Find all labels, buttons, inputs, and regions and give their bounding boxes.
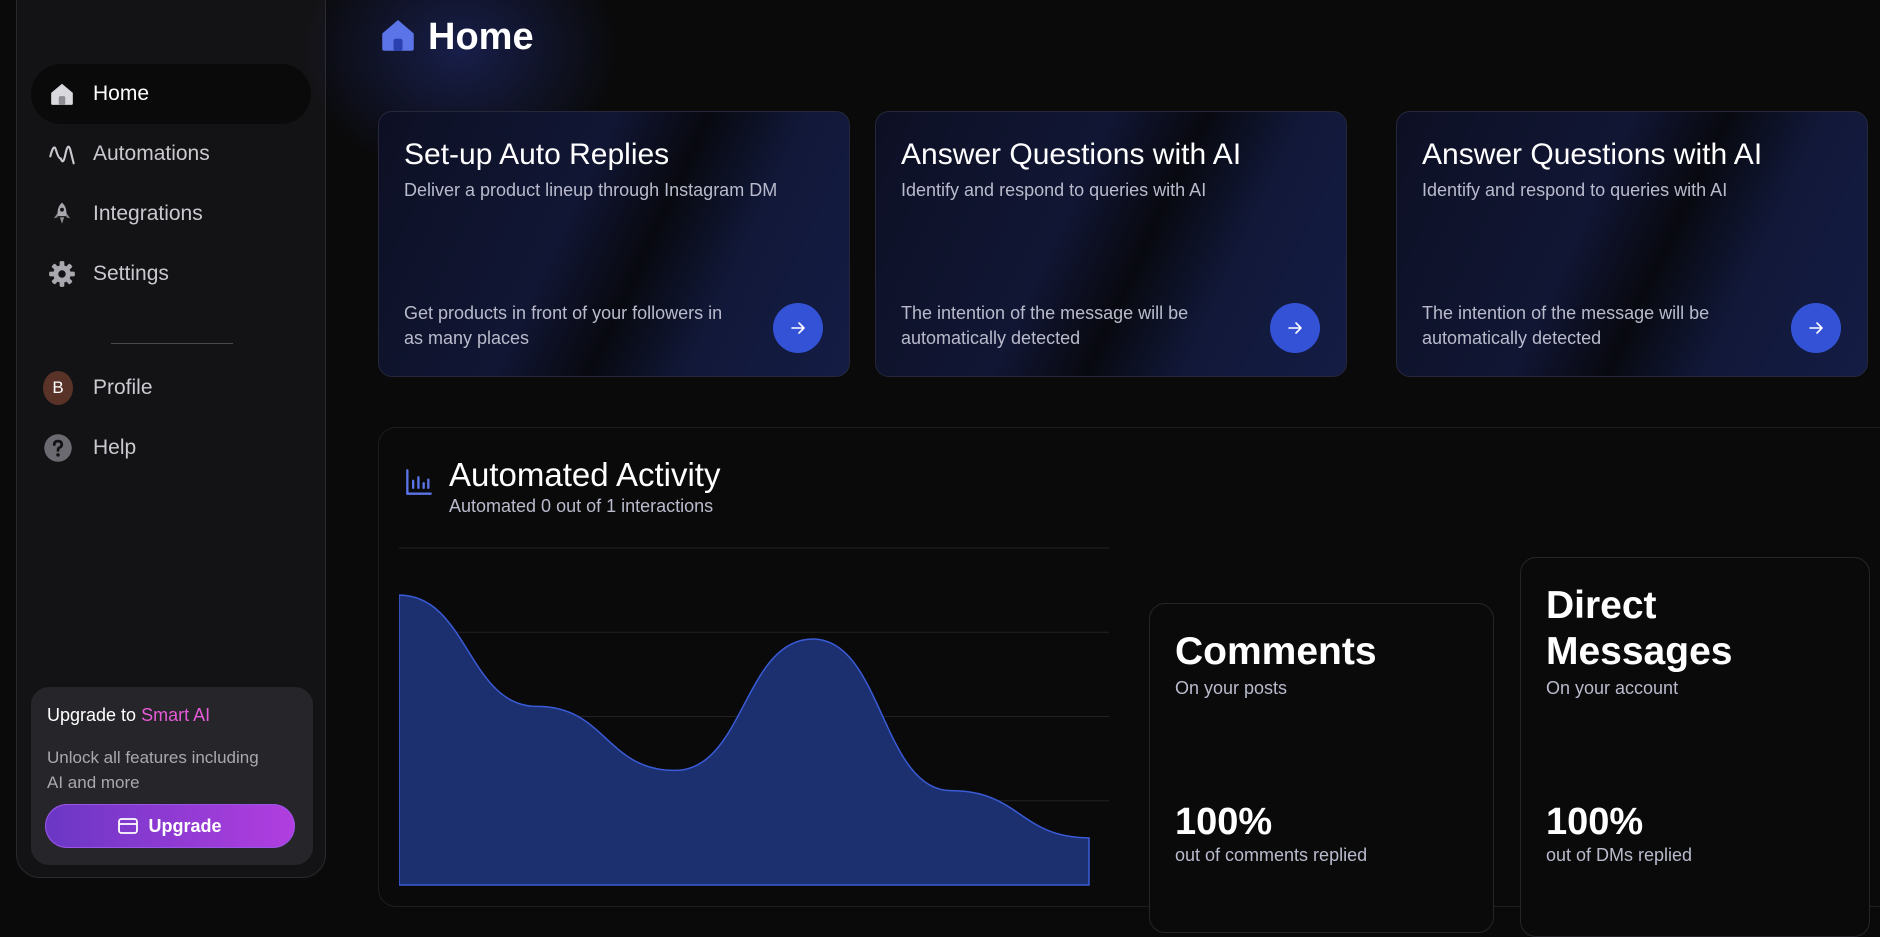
card-arrow-button[interactable] <box>1270 303 1320 353</box>
home-icon <box>47 79 77 109</box>
card-title: Set-up Auto Replies <box>404 138 670 171</box>
stat-value: 100% <box>1175 801 1273 843</box>
activity-icon <box>47 139 77 169</box>
stat-title: Direct Messages <box>1546 584 1733 673</box>
page-title-text: Home <box>428 16 534 58</box>
help-icon <box>43 433 73 463</box>
sidebar-item-profile[interactable]: B Profile <box>31 358 311 418</box>
page-title: Home <box>380 16 534 59</box>
stat-caption: out of comments replied <box>1175 845 1368 865</box>
card-arrow-button[interactable] <box>773 303 823 353</box>
sidebar-item-label: Settings <box>93 262 169 285</box>
sidebar-item-label: Integrations <box>93 202 203 225</box>
home-icon <box>380 17 416 58</box>
arrow-right-icon <box>791 322 805 334</box>
card-description: The intention of the message will be aut… <box>901 303 1189 348</box>
card-description: Get products in front of your followers … <box>404 303 723 348</box>
stat-subtitle: On your posts <box>1175 678 1288 698</box>
sidebar-item-label: Home <box>93 82 150 105</box>
stat-value: 100% <box>1546 801 1644 843</box>
sidebar-item-label: Profile <box>93 376 153 399</box>
arrow-right-icon <box>1288 322 1302 334</box>
sidebar-item-home[interactable]: Home <box>31 64 311 124</box>
avatar: B <box>43 371 73 405</box>
upgrade-button[interactable]: Upgrade <box>45 804 295 848</box>
rocket-icon <box>47 199 77 229</box>
sidebar-item-integrations[interactable]: Integrations <box>31 184 311 244</box>
upgrade-title: Upgrade to Smart AI <box>47 705 210 726</box>
activity-title: Automated Activity <box>449 456 721 493</box>
card-subtitle: Deliver a product lineup through Instagr… <box>404 180 778 200</box>
upgrade-card: Upgrade to Smart AI Unlock all features … <box>31 687 313 865</box>
activity-chart: JanFebMarAprMayJun <box>399 547 1109 886</box>
sidebar-item-label: Automations <box>93 142 210 165</box>
stat-title: Comments <box>1175 630 1377 673</box>
card-title: Answer Questions with AI <box>1422 138 1763 171</box>
sidebar-item-label: Help <box>93 436 137 459</box>
card-arrow-button[interactable] <box>1791 303 1841 353</box>
upgrade-title-prefix: Upgrade to <box>47 705 142 725</box>
sidebar-item-settings[interactable]: Settings <box>31 244 311 304</box>
upgrade-button-label: Upgrade <box>148 815 222 836</box>
feature-card-answer-ai[interactable]: Answer Questions with AI Identify and re… <box>875 111 1347 377</box>
activity-subtitle: Automated 0 out of 1 interactions <box>449 496 714 516</box>
card-subtitle: Identify and respond to queries with AI <box>901 180 1207 200</box>
card-subtitle: Identify and respond to queries with AI <box>1422 180 1728 200</box>
feature-card-answer-ai-2[interactable]: Answer Questions with AI Identify and re… <box>1396 111 1868 377</box>
card-title: Answer Questions with AI <box>901 138 1242 171</box>
sidebar-divider <box>111 343 233 344</box>
sidebar-item-help[interactable]: Help <box>31 418 311 478</box>
card-icon <box>118 818 139 834</box>
activity-panel: Automated Activity Automated 0 out of 1 … <box>378 427 1880 937</box>
arrow-right-icon <box>1809 322 1823 334</box>
card-description: The intention of the message will be aut… <box>1422 303 1710 348</box>
stat-card-comments: Comments On your posts 100% out of comme… <box>1149 603 1494 933</box>
avatar-initial: B <box>43 371 73 405</box>
chart-area-series <box>399 594 1090 886</box>
bar-chart-icon <box>405 468 433 501</box>
sidebar-item-automations[interactable]: Automations <box>31 124 311 184</box>
upgrade-description: Unlock all features including AI and mor… <box>47 748 259 792</box>
upgrade-title-accent: Smart AI <box>141 705 211 725</box>
stat-card-direct-messages: Direct Messages On your account 100% out… <box>1520 557 1870 937</box>
stat-caption: out of DMs replied <box>1546 845 1693 865</box>
stat-subtitle: On your account <box>1546 678 1679 698</box>
sidebar: Home Automations Integrations Settings B… <box>16 0 326 878</box>
gear-icon <box>47 259 77 289</box>
feature-card-auto-replies[interactable]: Set-up Auto Replies Deliver a product li… <box>378 111 850 377</box>
